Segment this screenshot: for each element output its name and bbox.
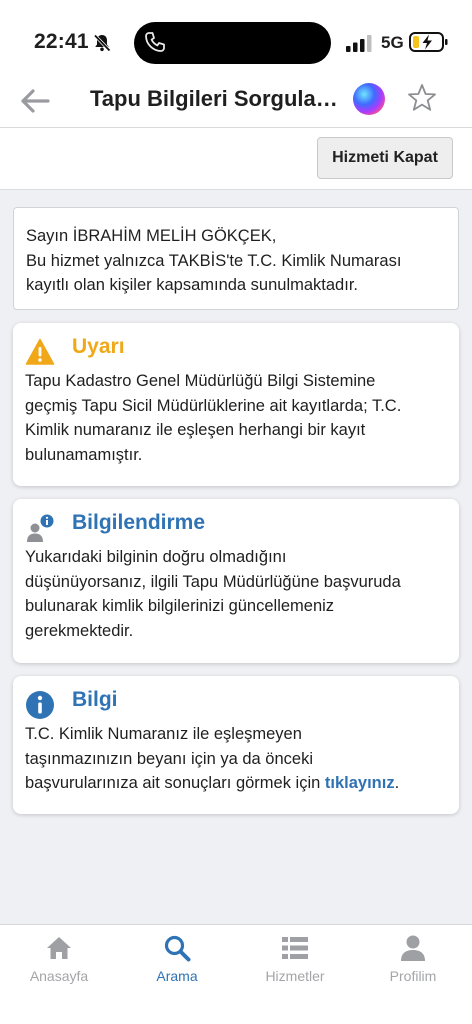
info-line-tail: . xyxy=(394,774,400,792)
info-line: T.C. Kimlik Numaranız ile eşleşmeyen xyxy=(25,725,302,743)
user-icon xyxy=(401,935,425,961)
info-card-header: Bilgi xyxy=(25,676,447,722)
page-title: Tapu Bilgileri Sorgula… xyxy=(90,86,338,111)
notice-title: Bilgilendirme xyxy=(72,511,206,534)
warning-card: Uyarı Tapu Kadastro Genel Müdürlüğü Bilg… xyxy=(13,323,459,486)
warning-triangle-icon xyxy=(25,338,55,365)
list-icon xyxy=(282,937,308,959)
star-icon[interactable] xyxy=(406,82,438,114)
status-bar: 22:41 5G xyxy=(0,0,472,80)
warning-card-header: Uyarı xyxy=(25,323,447,369)
greeting-message: Sayın İBRAHİM MELİH GÖKÇEK, Bu hizmet ya… xyxy=(13,207,459,310)
info-card: Bilgi T.C. Kimlik Numaranız ile eşleşmey… xyxy=(13,676,459,814)
action-row: Hizmeti Kapat xyxy=(0,128,472,190)
warning-line: geçmiş Tapu Sicil Müdürlüklerine ait kay… xyxy=(25,396,402,415)
tab-label: Hizmetler xyxy=(265,968,325,984)
notice-line: gerekmektedir. xyxy=(25,621,134,640)
greeting-line: Sayın İBRAHİM MELİH GÖKÇEK, xyxy=(26,227,277,245)
phone-icon xyxy=(145,32,165,52)
greeting-line: Bu hizmet yalnızca TAKBİS'te T.C. Kimlik… xyxy=(26,251,402,270)
notice-line: Yukarıdaki bilginin doğru olmadığını xyxy=(25,548,287,566)
tab-label: Arama xyxy=(156,968,198,984)
notice-body: Yukarıdaki bilginin doğru olmadığını düş… xyxy=(25,545,447,643)
info-circle-icon xyxy=(26,691,54,719)
tab-search[interactable]: Arama xyxy=(118,925,236,995)
warning-title: Uyarı xyxy=(72,335,125,358)
tab-bar: Anasayfa Arama Hizmetler Profilim xyxy=(0,924,472,1024)
notice-line: düşünüyorsanız, ilgili Tapu Müdürlüğüne … xyxy=(25,572,401,591)
status-time: 22:41 xyxy=(34,30,89,53)
close-service-button[interactable]: Hizmeti Kapat xyxy=(317,137,453,179)
info-body: T.C. Kimlik Numaranız ile eşleşmeyen taş… xyxy=(25,722,447,796)
network-label: 5G xyxy=(381,33,404,52)
warning-line: bulunamamıştır. xyxy=(25,445,143,464)
notice-card: Bilgilendirme Yukarıdaki bilginin doğru … xyxy=(13,499,459,663)
warning-line: Tapu Kadastro Genel Müdürlüğü Bilgi Sist… xyxy=(25,372,376,390)
home-icon xyxy=(47,937,71,959)
back-arrow-icon[interactable] xyxy=(18,84,52,118)
navigation-bar: Tapu Bilgileri Sorgula… xyxy=(0,80,472,128)
notice-card-header: Bilgilendirme xyxy=(25,499,447,545)
tab-label: Anasayfa xyxy=(29,968,89,984)
notice-line: bulunarak kimlik bilgilerinizi güncellem… xyxy=(25,597,335,615)
bell-slash-icon xyxy=(93,34,111,52)
warning-line: Kimlik numaranız ile eşleşen herhangi bi… xyxy=(25,421,366,439)
siri-icon[interactable] xyxy=(353,83,385,115)
tab-label: Profilim xyxy=(389,968,437,984)
tab-home[interactable]: Anasayfa xyxy=(0,925,118,995)
info-title: Bilgi xyxy=(72,688,118,711)
info-line: taşınmazınızın beyanı için ya da önceki xyxy=(25,749,313,768)
user-info-icon xyxy=(27,514,54,542)
signal-icon xyxy=(346,35,372,52)
tab-services[interactable]: Hizmetler xyxy=(236,925,354,995)
greeting-line: kayıtlı olan kişiler kapsamında sunulmak… xyxy=(26,276,358,294)
warning-body: Tapu Kadastro Genel Müdürlüğü Bilgi Sist… xyxy=(25,369,447,467)
info-line-text: başvurularınıza ait sonuçları görmek içi… xyxy=(25,774,325,792)
battery-charging-icon xyxy=(409,32,448,52)
search-icon xyxy=(164,935,191,962)
tab-profile[interactable]: Profilim xyxy=(354,925,472,995)
click-here-link[interactable]: tıklayınız xyxy=(325,774,395,792)
info-line: başvurularınıza ait sonuçları görmek içi… xyxy=(25,771,447,796)
